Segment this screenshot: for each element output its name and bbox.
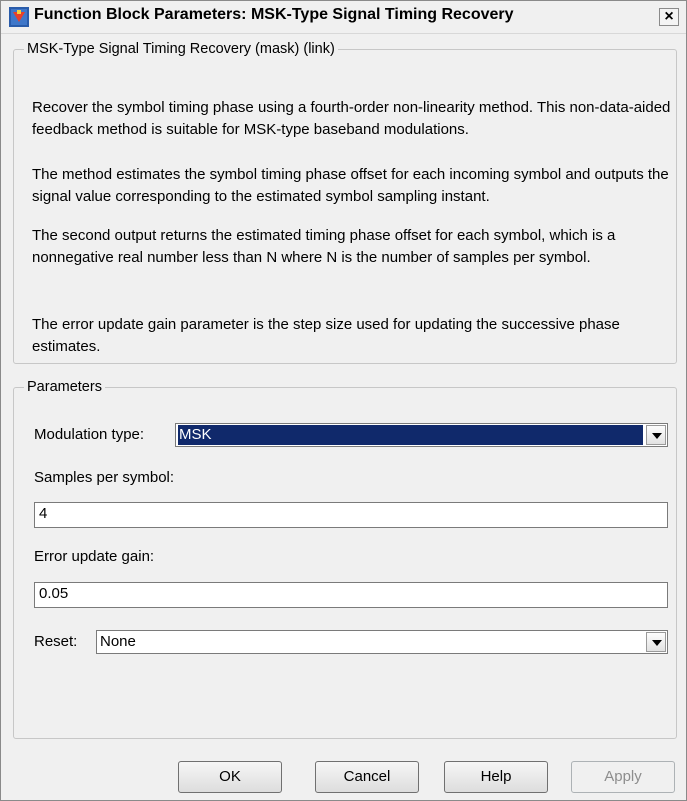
description-paragraph: Recover the symbol timing phase using a … bbox=[32, 99, 671, 138]
description-group-title: MSK-Type Signal Timing Recovery (mask) (… bbox=[27, 41, 335, 57]
description-paragraph: The second output returns the estimated … bbox=[32, 227, 616, 266]
description-paragraph: The error update gain parameter is the s… bbox=[32, 316, 620, 355]
reset-dropdown[interactable]: None bbox=[96, 630, 668, 654]
apply-button[interactable]: Apply bbox=[571, 761, 675, 793]
reset-label: Reset: bbox=[34, 633, 78, 650]
description-paragraph: The method estimates the symbol timing p… bbox=[32, 166, 669, 205]
chevron-down-icon[interactable] bbox=[646, 425, 666, 445]
title-bar[interactable]: Function Block Parameters: MSK-Type Sign… bbox=[1, 1, 686, 34]
help-button[interactable]: Help bbox=[444, 761, 548, 793]
ok-button[interactable]: OK bbox=[178, 761, 282, 793]
samples-per-symbol-input[interactable]: 4 bbox=[34, 502, 668, 528]
modulation-type-dropdown[interactable]: MSK bbox=[175, 423, 668, 447]
simulink-block-icon bbox=[9, 7, 29, 27]
window-title: Function Block Parameters: MSK-Type Sign… bbox=[34, 6, 514, 23]
parameters-group-title: Parameters bbox=[27, 379, 102, 395]
samples-per-symbol-label: Samples per symbol: bbox=[34, 469, 175, 486]
modulation-type-value: MSK bbox=[178, 425, 643, 445]
modulation-type-label: Modulation type: bbox=[34, 426, 145, 443]
description-group: MSK-Type Signal Timing Recovery (mask) (… bbox=[13, 41, 677, 364]
close-icon[interactable]: × bbox=[659, 8, 679, 26]
chevron-down-icon[interactable] bbox=[646, 632, 666, 652]
error-update-gain-label: Error update gain: bbox=[34, 548, 155, 565]
dialog-window: Function Block Parameters: MSK-Type Sign… bbox=[0, 0, 687, 801]
cancel-button[interactable]: Cancel bbox=[315, 761, 419, 793]
reset-value: None bbox=[100, 633, 136, 650]
error-update-gain-input[interactable]: 0.05 bbox=[34, 582, 668, 608]
